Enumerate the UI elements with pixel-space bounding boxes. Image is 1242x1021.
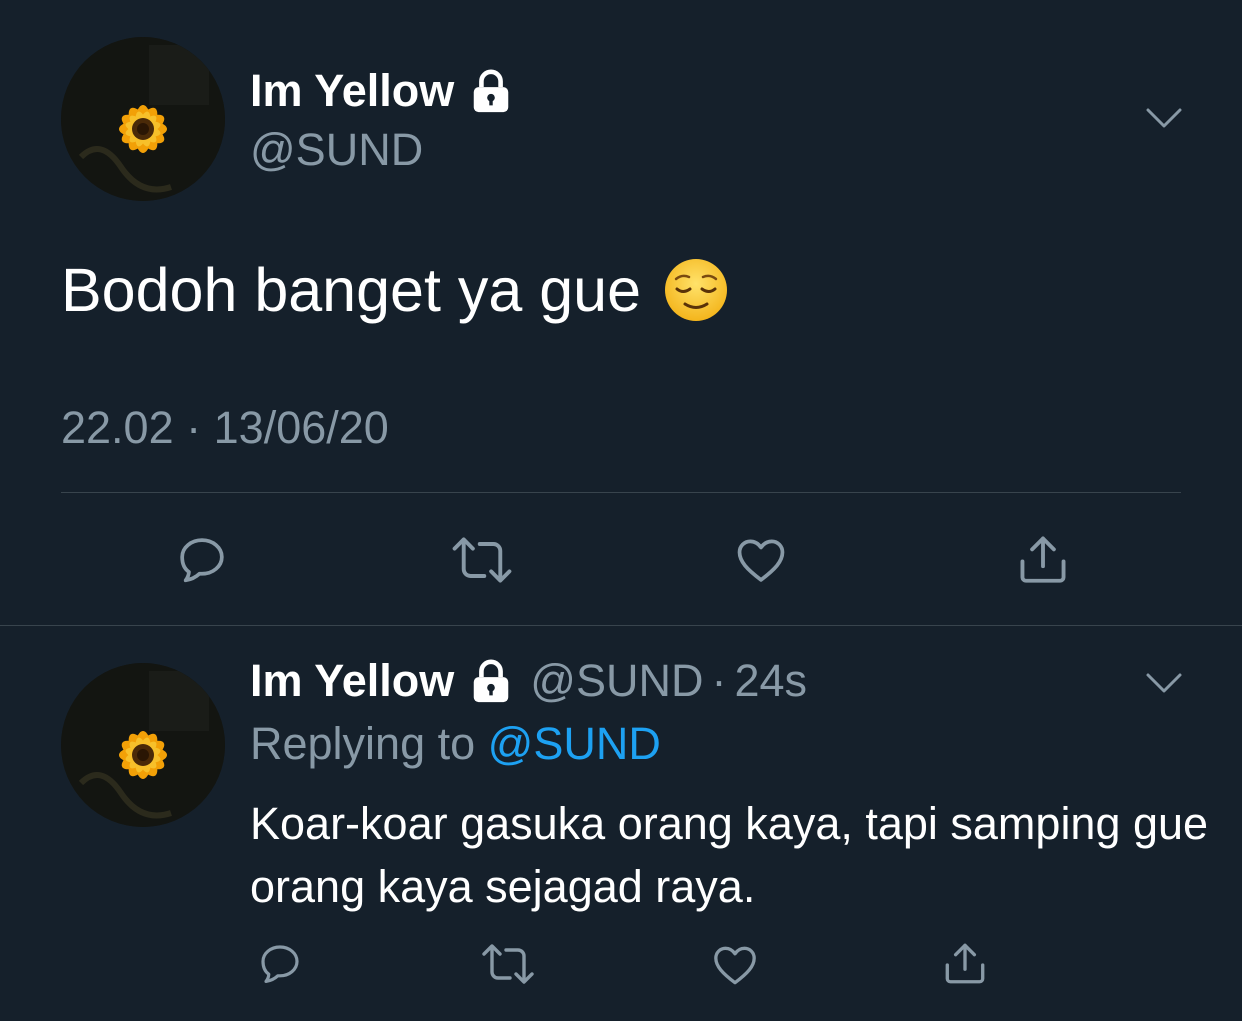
chevron-down-icon[interactable] bbox=[1144, 98, 1184, 138]
replying-to-line: Replying to @SUND bbox=[250, 718, 661, 769]
display-name[interactable]: Im Yellow bbox=[250, 655, 454, 707]
tweet-thread-view: Im Yellow @SUND Bodoh banget ya gue 22.0… bbox=[0, 0, 1242, 1021]
retweet-button[interactable] bbox=[450, 532, 514, 588]
divider bbox=[0, 625, 1242, 626]
reply-button[interactable] bbox=[256, 940, 304, 988]
lock-icon bbox=[468, 68, 514, 114]
sunflower-image bbox=[61, 37, 225, 201]
lock-icon bbox=[468, 658, 514, 704]
divider bbox=[61, 492, 1181, 493]
retweet-button[interactable] bbox=[480, 940, 536, 988]
share-icon bbox=[945, 943, 985, 984]
tweet-time[interactable]: 24s bbox=[734, 655, 807, 707]
user-handle[interactable]: @SUND bbox=[530, 655, 703, 707]
reply-button[interactable] bbox=[174, 532, 230, 588]
retweet-icon bbox=[482, 944, 534, 984]
like-button[interactable] bbox=[710, 940, 760, 990]
reply-icon bbox=[261, 945, 299, 983]
tweet-text: Bodoh banget ya gue bbox=[61, 255, 729, 325]
separator-dot: · bbox=[711, 655, 727, 706]
tweet-text: Koar-koar gasuka orang kaya, tapi sampin… bbox=[250, 798, 1209, 912]
user-handle[interactable]: @SUND bbox=[250, 124, 423, 176]
chevron-down-icon[interactable] bbox=[1144, 663, 1184, 703]
retweet-icon bbox=[452, 537, 512, 583]
reply-icon bbox=[180, 538, 224, 583]
sunflower-image bbox=[61, 663, 225, 827]
mention-link[interactable]: @SUND bbox=[488, 718, 661, 769]
share-icon bbox=[1020, 536, 1066, 583]
avatar[interactable] bbox=[61, 37, 225, 201]
share-button[interactable] bbox=[1014, 530, 1072, 588]
avatar[interactable] bbox=[61, 663, 225, 827]
reply-header: Im Yellow @SUND · 24s bbox=[250, 655, 807, 707]
tweet-timestamp[interactable]: 22.02 · 13/06/20 bbox=[61, 402, 389, 454]
like-icon bbox=[737, 539, 785, 582]
share-button[interactable] bbox=[940, 938, 990, 988]
like-button[interactable] bbox=[733, 532, 789, 588]
relieved-face-emoji bbox=[663, 257, 729, 323]
like-icon bbox=[714, 946, 756, 985]
display-name[interactable]: Im Yellow bbox=[250, 65, 514, 117]
